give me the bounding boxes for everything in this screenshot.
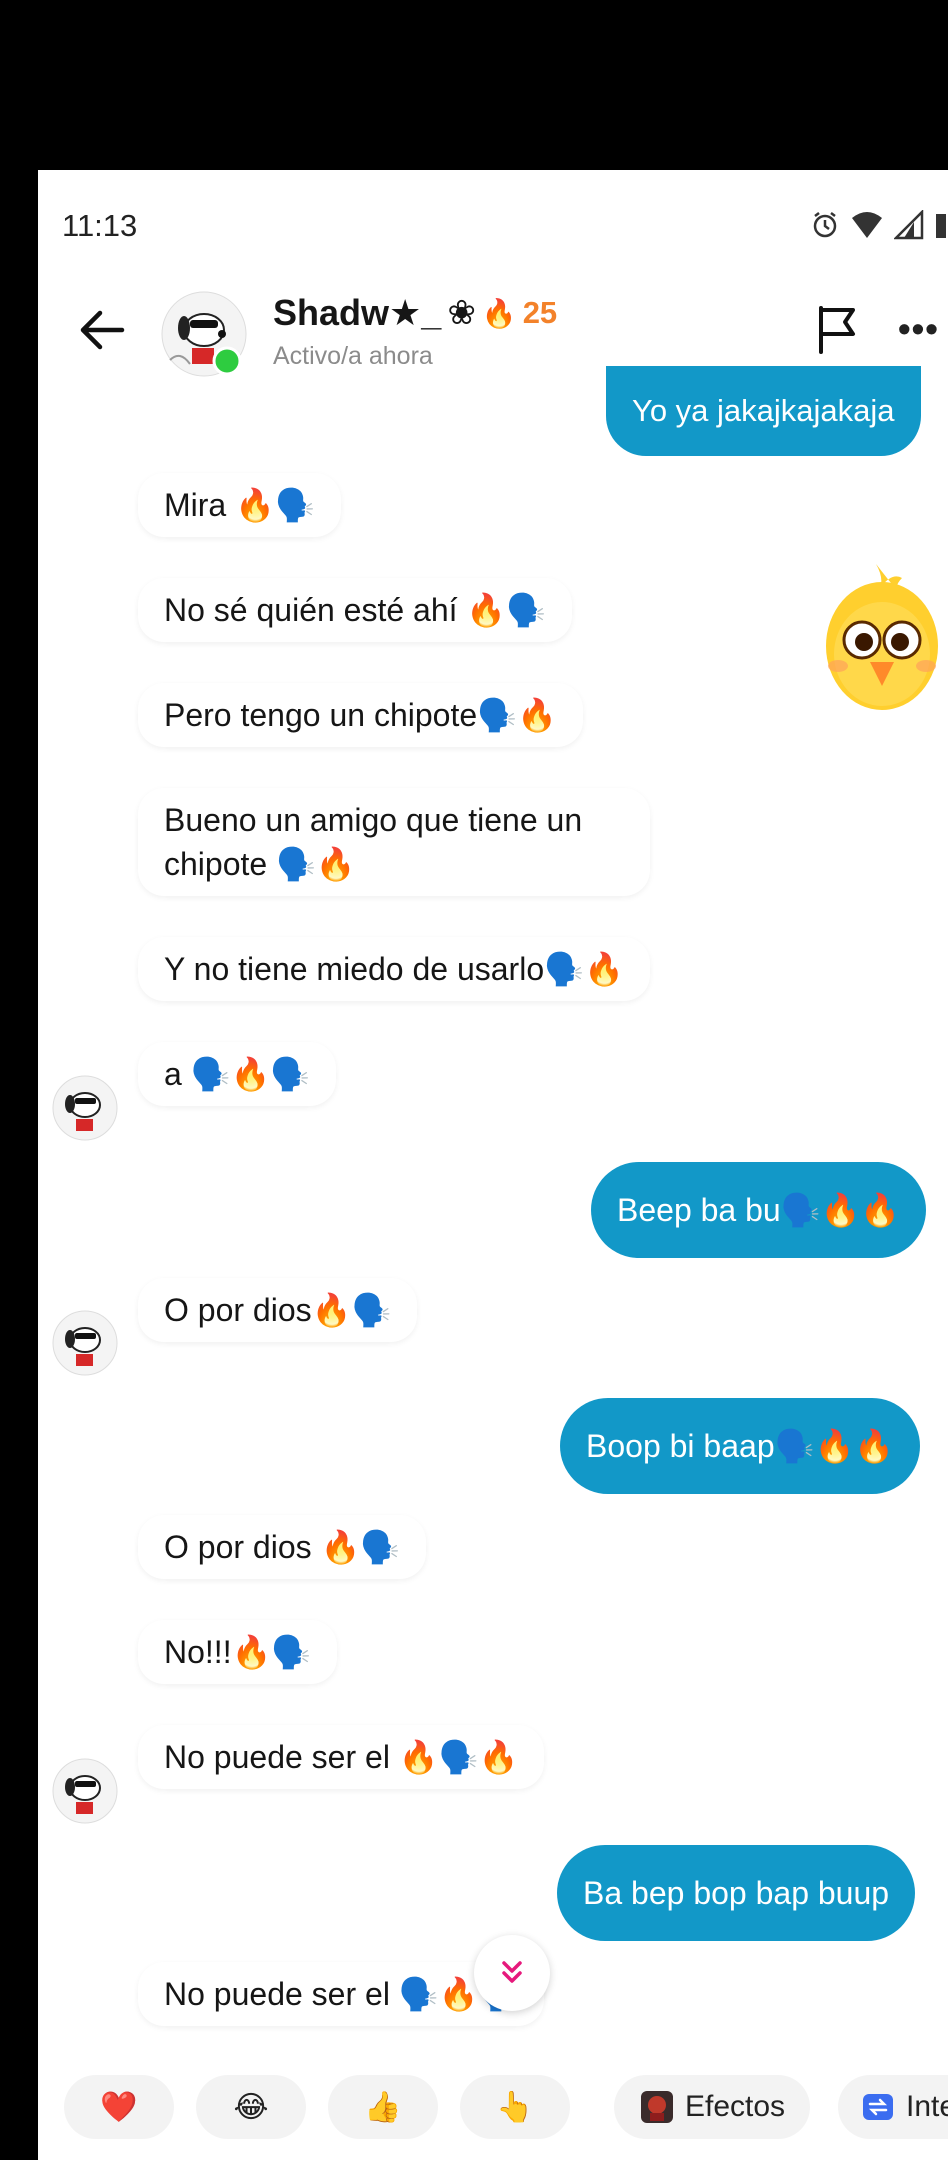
reaction-heart-button[interactable]: ❤️ [64, 2075, 174, 2139]
message-in-5[interactable]: Y no tiene miedo de usarlo🗣️🔥 [138, 937, 650, 1001]
report-flag-icon[interactable] [813, 304, 863, 356]
message-in-10[interactable]: O por dios 🔥🗣️ [138, 1515, 427, 1579]
signal-icon [894, 210, 924, 240]
status-icons [810, 210, 948, 240]
status-time: 11:13 [62, 208, 138, 243]
contact-name: Shadw★_ [273, 292, 442, 333]
fire-icon: 🔥 [481, 296, 517, 330]
message-in-11[interactable]: No!!!🔥🗣️ [138, 1620, 338, 1684]
yellow-chick-sticker-icon[interactable] [818, 558, 940, 716]
reaction-pointing-button[interactable]: 👆 [460, 2075, 570, 2139]
message-out-13[interactable]: Ba bep bop bap buup [557, 1845, 916, 1941]
reaction-laugh-button[interactable]: 😂 [196, 2075, 306, 2139]
interactions-label: Inte [906, 2090, 948, 2123]
back-arrow-icon[interactable] [72, 300, 132, 360]
message-out-0[interactable]: Yo ya jakajkajakaja [606, 366, 921, 456]
interactions-button[interactable]: Inte [838, 2075, 948, 2139]
thumbs-up-icon: 👍 [364, 2089, 402, 2125]
contact-avatar-small[interactable] [52, 1758, 118, 1824]
message-out-7[interactable]: Beep ba bu🗣️🔥🔥 [591, 1162, 927, 1258]
message-in-3[interactable]: Pero tengo un chipote🗣️🔥 [138, 683, 583, 747]
effects-button[interactable]: Efectos [614, 2075, 810, 2139]
contact-avatar-small[interactable] [52, 1310, 118, 1376]
scroll-to-bottom-button[interactable] [474, 1935, 550, 2011]
reaction-thumbs-up-button[interactable]: 👍 [328, 2075, 438, 2139]
chevron-double-down-icon [502, 1961, 522, 1983]
message-in-2[interactable]: No sé quién esté ahí 🔥🗣️ [138, 578, 573, 642]
effects-label: Efectos [684, 2090, 786, 2123]
interactions-icon [863, 2094, 893, 2120]
contact-avatar[interactable] [160, 290, 248, 378]
laughing-icon: 😂 [233, 2089, 269, 2125]
contact-avatar-small[interactable] [52, 1075, 118, 1141]
heart-icon: ❤️ [100, 2089, 138, 2125]
alarm-icon [813, 212, 837, 238]
more-options-icon[interactable]: ••• [898, 308, 939, 350]
message-out-9[interactable]: Boop bi baap🗣️🔥🔥 [560, 1398, 921, 1494]
pointing-hand-icon: 👆 [496, 2089, 534, 2125]
chat-screen: 11:13 Shadw★_ ❀ 🔥 25 Activo/a ahora ••• … [38, 170, 948, 2160]
streak-count: 25 [522, 295, 558, 330]
message-in-12[interactable]: No puede ser el 🔥🗣️🔥 [138, 1725, 545, 1789]
effects-icon [640, 2091, 673, 2123]
message-in-8[interactable]: O por dios🔥🗣️ [138, 1278, 418, 1342]
battery-icon [936, 214, 946, 238]
quick-reactions-bar: ❤️ 😂 👍 👆 Efectos Inte [38, 2055, 948, 2160]
wifi-icon [852, 212, 882, 238]
contact-name-row[interactable]: Shadw★_ ❀ 🔥 25 [273, 292, 557, 334]
presence-status: Activo/a ahora [273, 342, 433, 370]
message-in-4[interactable]: Bueno un amigo que tiene un chipote 🗣️🔥 [138, 788, 650, 896]
message-in-1[interactable]: Mira 🔥🗣️ [138, 473, 341, 537]
message-in-6[interactable]: a 🗣️🔥🗣️ [138, 1042, 337, 1106]
online-indicator [212, 346, 242, 376]
name-symbol: ❀ [447, 294, 476, 332]
